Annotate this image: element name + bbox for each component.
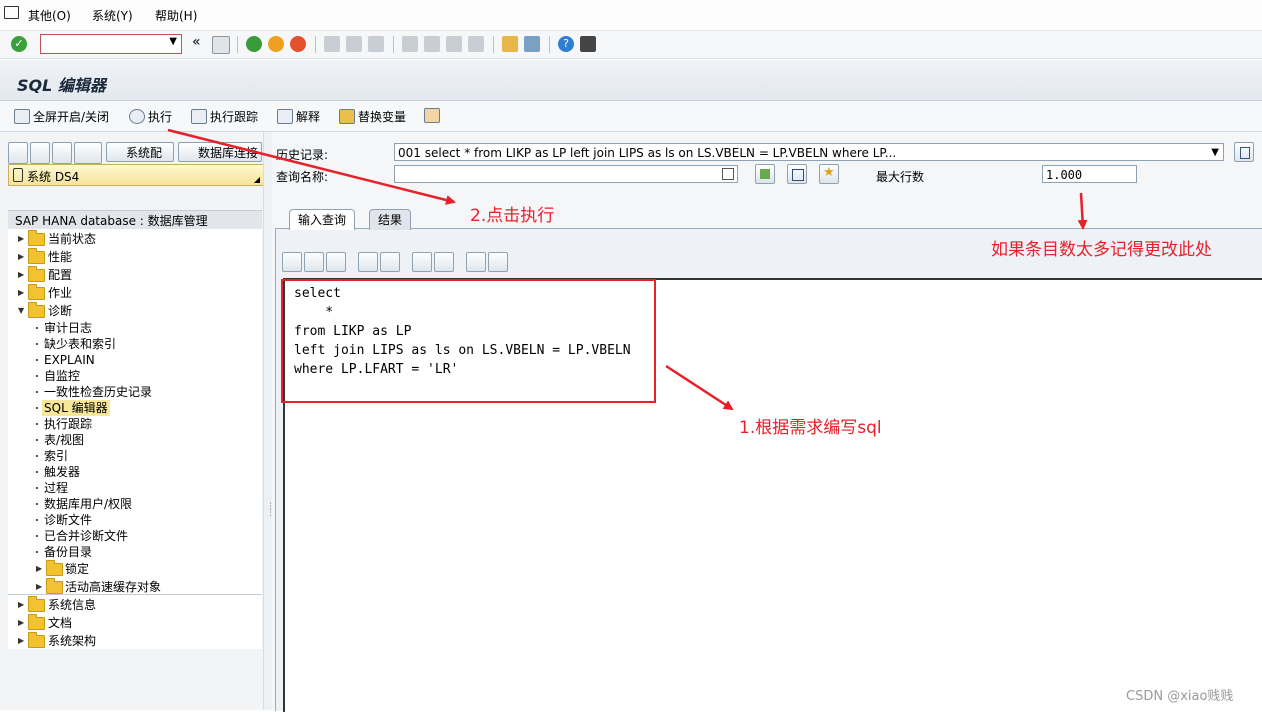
annotation-arrows <box>167 128 1088 411</box>
annotation-step1: 1.根据需求编写sql <box>739 418 882 438</box>
annotation-max-rows-note: 如果条目数太多记得更改此处 <box>991 240 1212 260</box>
arrow-to-execute <box>167 128 456 205</box>
arrow-to-max-rows <box>1077 192 1088 230</box>
annotation-step2: 2.点击执行 <box>470 206 555 226</box>
arrow-to-code <box>665 364 734 411</box>
watermark: CSDN @xiao贱贱 <box>1126 689 1234 704</box>
